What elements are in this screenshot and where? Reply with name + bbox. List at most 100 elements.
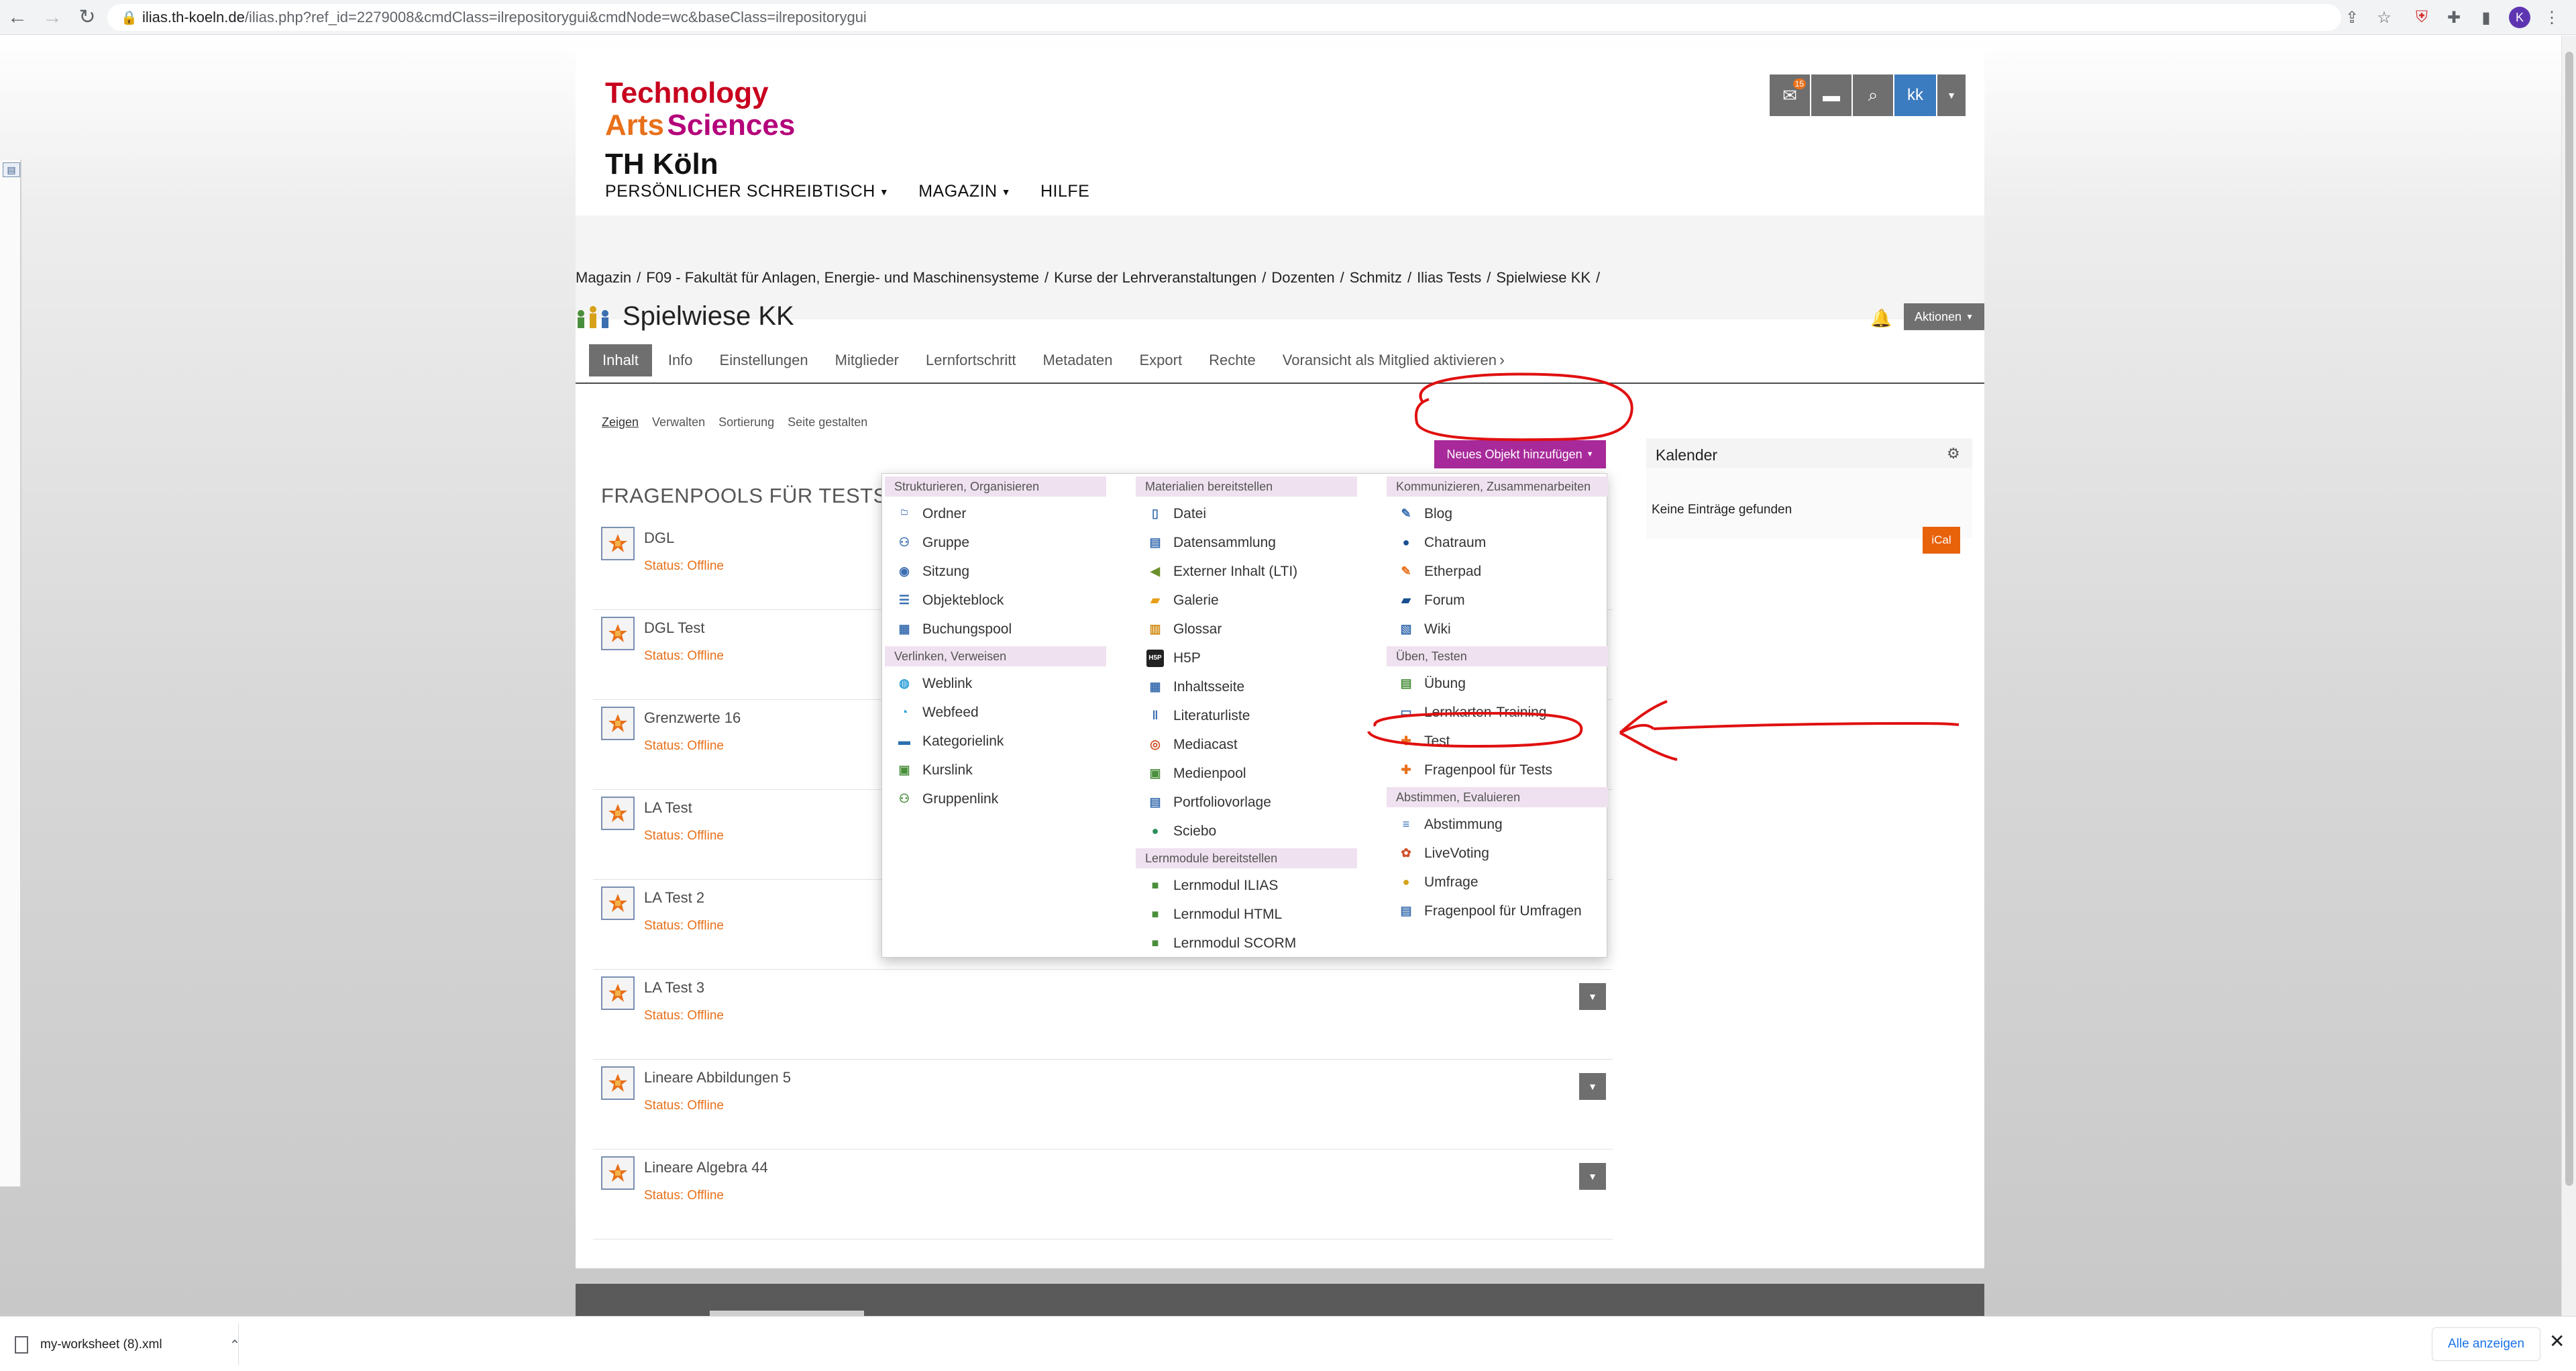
dropdown-item[interactable]: ▬ Kategorielink [885, 727, 1106, 756]
list-item-title[interactable]: LA Test 2 [644, 889, 704, 907]
dropdown-item[interactable]: ■ Lernmodul ILIAS [1136, 871, 1357, 900]
dropdown-item[interactable]: ▭ Lernkarten-Training [1387, 698, 1608, 727]
actions-button[interactable]: Aktionen ▼ [1904, 303, 1984, 330]
tab-content[interactable]: Inhalt [589, 344, 652, 376]
user-button[interactable]: kk [1894, 74, 1936, 116]
subtab-sorting[interactable]: Sortierung [718, 415, 774, 429]
subtab-view[interactable]: Zeigen [602, 415, 639, 429]
dropdown-item[interactable]: ▥ Glossar [1136, 615, 1357, 644]
dropdown-item[interactable]: ▣ Medienpool [1136, 759, 1357, 788]
extensions-puzzle-icon[interactable]: ✚ [2443, 7, 2465, 28]
scrollbar-thumb[interactable] [2565, 52, 2573, 1186]
dropdown-item[interactable]: ● Chatraum [1387, 528, 1608, 557]
tab-permissions[interactable]: Rechte [1195, 344, 1269, 376]
dropdown-item[interactable]: ◉ Sitzung [885, 557, 1106, 586]
add-new-object-button[interactable]: Neues Objekt hinzufügen ▼ [1434, 440, 1606, 468]
dropdown-item[interactable]: ▤ Übung [1387, 669, 1608, 698]
dropdown-item[interactable]: ■ Lernmodul SCORM [1136, 929, 1357, 958]
dropdown-item[interactable]: ▯ Datei [1136, 499, 1357, 528]
ical-button[interactable]: iCal [1923, 527, 1960, 554]
breadcrumb-item[interactable]: Ilias Tests [1417, 269, 1481, 287]
list-item[interactable]: Lineare Abbildungen 5 Status: Offline ▼ [593, 1060, 1613, 1150]
item-actions-dropdown[interactable]: ▼ [1579, 983, 1606, 1010]
breadcrumb-item[interactable]: Kurse der Lehrveranstaltungen [1054, 269, 1256, 287]
th-koeln-logo[interactable]: Technology Arts Sciences TH Köln [605, 77, 795, 181]
mail-button[interactable]: ✉ 15 [1770, 74, 1810, 116]
profile-avatar[interactable]: K [2509, 7, 2530, 28]
list-item-title[interactable]: DGL Test [644, 619, 704, 637]
list-item-title[interactable]: LA Test 3 [644, 979, 704, 997]
dropdown-item[interactable]: ▰ Galerie [1136, 586, 1357, 615]
dropdown-item[interactable]: ● Sciebo [1136, 817, 1357, 846]
dropdown-item[interactable]: ● Umfrage [1387, 868, 1608, 897]
item-actions-dropdown[interactable]: ▼ [1579, 1073, 1606, 1100]
tab-member-view[interactable]: Voransicht als Mitglied aktivieren › [1269, 344, 1518, 376]
dropdown-item[interactable]: ▣ Kurslink [885, 756, 1106, 784]
breadcrumb-item[interactable]: Spielwiese KK [1496, 269, 1591, 287]
list-item[interactable]: LA Test 3 Status: Offline ▼ [593, 970, 1613, 1060]
download-item[interactable]: my-worksheet (8).xml ⌃ [15, 1329, 240, 1361]
vertical-scrollbar[interactable] [2561, 36, 2576, 1316]
dropdown-item[interactable]: ⚇ Gruppe [885, 528, 1106, 557]
breadcrumb-item[interactable]: Magazin [576, 269, 631, 287]
dropdown-item[interactable]: ▧ Wiki [1387, 615, 1608, 644]
menu-item-help[interactable]: HILFE [1040, 182, 1089, 201]
dropdown-item[interactable]: ✎ Blog [1387, 499, 1608, 528]
list-item-title[interactable]: LA Test [644, 799, 692, 817]
show-all-downloads-button[interactable]: Alle anzeigen [2432, 1327, 2540, 1361]
gear-icon[interactable]: ⚙ [1947, 445, 1960, 462]
dropdown-item[interactable]: ▤ Portfoliovorlage [1136, 788, 1357, 817]
dropdown-item[interactable]: ▦ Inhaltsseite [1136, 672, 1357, 701]
dropdown-item[interactable]: ≡ Abstimmung [1387, 810, 1608, 839]
bookmark-star-icon[interactable]: ☆ [2373, 7, 2395, 28]
dropdown-item[interactable]: ✿ LiveVoting [1387, 839, 1608, 868]
dropdown-item[interactable]: ◔ Webfeed [885, 698, 1106, 727]
user-menu-caret[interactable]: ▼ [1937, 74, 1966, 116]
forward-icon[interactable]: → [35, 0, 70, 35]
side-panel-icon[interactable]: ▮ [2475, 7, 2497, 28]
browser-menu-icon[interactable]: ⋮ [2541, 7, 2563, 28]
dropdown-item[interactable]: ◀ Externer Inhalt (LTI) [1136, 557, 1357, 586]
menu-item-repository[interactable]: MAGAZIN ▼ [918, 182, 1011, 201]
sidebar-toggle-icon[interactable]: ▤ [3, 162, 20, 177]
menu-item-desktop[interactable]: PERSÖNLICHER SCHREIBTISCH ▼ [605, 182, 889, 201]
dropdown-item[interactable]: ‖ Literaturliste [1136, 701, 1357, 730]
item-actions-dropdown[interactable]: ▼ [1579, 1163, 1606, 1190]
tab-learning-progress[interactable]: Lernfortschritt [912, 344, 1030, 376]
dropdown-item[interactable]: ✚ Fragenpool für Tests [1387, 756, 1608, 784]
list-item-title[interactable]: Lineare Abbildungen 5 [644, 1069, 791, 1086]
subtab-manage[interactable]: Verwalten [652, 415, 705, 429]
breadcrumb-item[interactable]: F09 - Fakultät für Anlagen, Energie- und… [646, 269, 1039, 287]
dropdown-item[interactable]: ☰ Objekteblock [885, 586, 1106, 615]
tab-metadata[interactable]: Metadaten [1030, 344, 1126, 376]
search-button[interactable]: ⌕ [1853, 74, 1893, 116]
dropdown-item[interactable]: ▰ Forum [1387, 586, 1608, 615]
dropdown-item[interactable]: ✚ Test [1387, 727, 1608, 756]
bell-icon[interactable]: 🔔 [1870, 308, 1892, 329]
dropdown-item[interactable]: ◍ Weblink [885, 669, 1106, 698]
tab-members[interactable]: Mitglieder [822, 344, 912, 376]
close-icon[interactable]: ✕ [2549, 1330, 2565, 1352]
dropdown-item[interactable]: ◎ Mediacast [1136, 730, 1357, 759]
dropdown-item[interactable]: H5P H5P [1136, 644, 1357, 672]
dropdown-item[interactable]: ▦ Buchungspool [885, 615, 1106, 644]
dropdown-item[interactable]: 🗀 Ordner [885, 499, 1106, 528]
address-bar[interactable]: 🔒 ilias.th-koeln.de/ilias.php?ref_id=227… [107, 4, 2341, 31]
back-icon[interactable]: ← [0, 0, 35, 35]
dropdown-item[interactable]: ✎ Etherpad [1387, 557, 1608, 586]
breadcrumb-item[interactable]: Dozenten [1271, 269, 1334, 287]
list-item-title[interactable]: DGL [644, 529, 674, 547]
breadcrumb-item[interactable]: Schmitz [1350, 269, 1402, 287]
dropdown-item[interactable]: ⚇ Gruppenlink [885, 784, 1106, 813]
list-item[interactable]: Lineare Algebra 44 Status: Offline ▼ [593, 1150, 1613, 1239]
subtab-edit-page[interactable]: Seite gestalten [788, 415, 867, 429]
reload-icon[interactable]: ↻ [70, 0, 105, 35]
share-icon[interactable]: ⇪ [2341, 7, 2363, 28]
shield-extension-icon[interactable]: ⛨ [2411, 7, 2432, 28]
tab-info[interactable]: Info [655, 344, 706, 376]
list-item-title[interactable]: Grenzwerte 16 [644, 709, 741, 727]
chat-button[interactable]: ▬ [1811, 74, 1851, 116]
dropdown-item[interactable]: ▤ Fragenpool für Umfragen [1387, 897, 1608, 925]
list-item-title[interactable]: Lineare Algebra 44 [644, 1159, 768, 1176]
tab-settings[interactable]: Einstellungen [706, 344, 822, 376]
